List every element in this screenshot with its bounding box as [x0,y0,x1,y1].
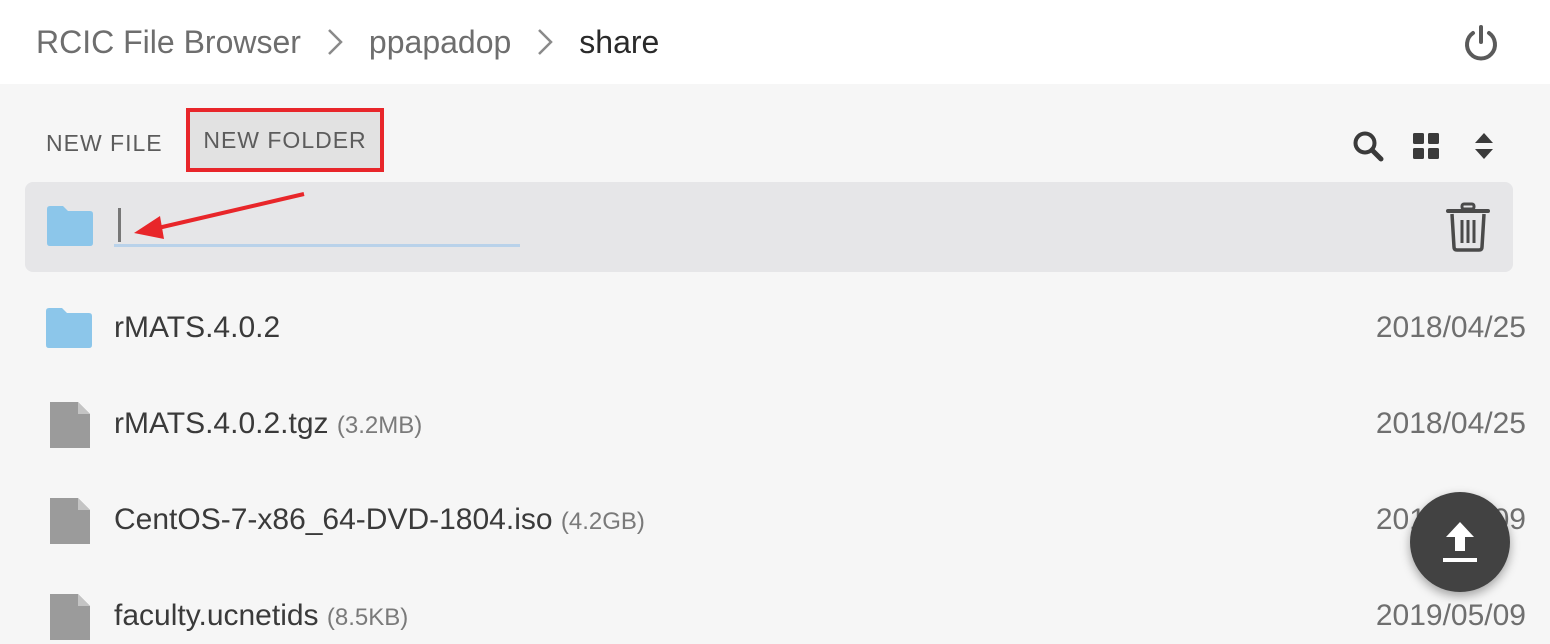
view-toggle-button[interactable] [1406,126,1446,166]
list-item[interactable]: rMATS.4.0.2.tgz (3.2MB) 2018/04/25 [0,378,1550,474]
file-icon [50,594,90,640]
folder-icon [46,308,92,348]
trash-icon [1446,202,1490,252]
new-folder-row [25,182,1513,272]
item-date: 2018/04/25 [1375,311,1526,344]
file-browser-app: RCIC File Browser ppapadop share NEW FIL… [0,0,1550,644]
search-icon [1353,131,1384,162]
breadcrumb-user[interactable]: ppapadop [369,0,511,84]
list-item[interactable]: faculty.ucnetids (8.5KB) 2019/05/09 [0,570,1550,644]
toolbar: NEW FILE NEW FOLDER [0,84,1550,182]
power-icon [1465,25,1497,61]
file-icon [50,402,90,448]
grid-view-icon [1413,133,1439,159]
chevron-right-icon [301,0,369,84]
upload-button[interactable] [1410,492,1510,592]
new-folder-button[interactable]: NEW FOLDER [186,108,384,172]
item-date: 2019/05/09 [1375,599,1526,632]
header: RCIC File Browser ppapadop share [0,0,1550,84]
list-item[interactable]: CentOS-7-x86_64-DVD-1804.iso (4.2GB) 201… [0,474,1550,570]
sort-icon [1475,133,1493,159]
breadcrumb-current: share [579,24,660,60]
item-date: 2018/04/25 [1375,407,1526,440]
item-name: rMATS.4.0.2.tgz (3.2MB) [114,407,423,440]
text-caret [118,208,121,242]
file-icon [50,498,90,544]
upload-icon [1443,522,1477,562]
list-item[interactable]: rMATS.4.0.2 2018/04/25 [0,282,1550,378]
folder-icon [47,206,93,246]
sort-button[interactable] [1464,126,1504,166]
logout-button[interactable] [1456,18,1506,68]
item-name: faculty.ucnetids (8.5KB) [114,599,409,632]
chevron-right-icon [511,0,579,84]
delete-button[interactable] [1445,202,1491,252]
item-name: rMATS.4.0.2 [114,311,281,344]
item-name: CentOS-7-x86_64-DVD-1804.iso (4.2GB) [114,503,645,536]
new-file-button[interactable]: NEW FILE [46,130,163,157]
search-button[interactable] [1348,126,1388,166]
new-folder-label: NEW FOLDER [203,126,367,153]
folder-name-input[interactable] [114,204,520,247]
breadcrumb-root[interactable]: RCIC File Browser [36,0,301,84]
